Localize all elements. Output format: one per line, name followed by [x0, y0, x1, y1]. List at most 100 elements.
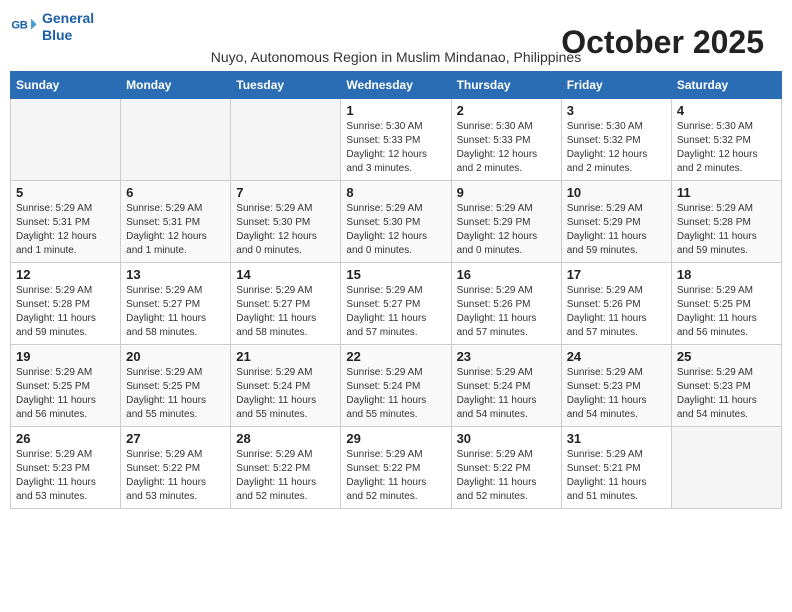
day-number: 29 [346, 431, 445, 446]
calendar-cell: 4 Sunrise: 5:30 AM Sunset: 5:32 PM Daylig… [671, 98, 781, 180]
day-number: 13 [126, 267, 225, 282]
day-info: Sunrise: 5:29 AM Sunset: 5:30 PM Dayligh… [346, 202, 445, 258]
calendar-cell: 31 Sunrise: 5:29 AM Sunset: 5:21 PM Dayli… [561, 426, 671, 508]
day-info: Sunrise: 5:29 AM Sunset: 5:22 PM Dayligh… [126, 448, 225, 504]
day-number: 24 [567, 349, 666, 364]
day-number: 16 [457, 267, 556, 282]
day-number: 2 [457, 103, 556, 118]
day-info: Sunrise: 5:30 AM Sunset: 5:32 PM Dayligh… [567, 120, 666, 176]
logo-line1: General [42, 10, 94, 27]
calendar-cell: 5Sunrise: 5:29 AM Sunset: 5:31 PM Daylig… [11, 180, 121, 262]
day-number: 3 [567, 103, 666, 118]
calendar-cell: 26 Sunrise: 5:29 AM Sunset: 5:23 PM Dayli… [11, 426, 121, 508]
day-info: Sunrise: 5:29 AM Sunset: 5:27 PM Dayligh… [346, 284, 445, 340]
day-info: Sunrise: 5:29 AM Sunset: 5:25 PM Dayligh… [16, 366, 115, 422]
logo-icon: G B [10, 13, 38, 41]
calendar-cell: 6Sunrise: 5:29 AM Sunset: 5:31 PM Daylig… [121, 180, 231, 262]
day-number: 10 [567, 185, 666, 200]
calendar-cell: 1 Sunrise: 5:30 AM Sunset: 5:33 PM Daylig… [341, 98, 451, 180]
day-number: 30 [457, 431, 556, 446]
calendar-table: SundayMondayTuesdayWednesdayThursdayFrid… [10, 71, 782, 509]
calendar-cell: 18Sunrise: 5:29 AM Sunset: 5:25 PM Dayli… [671, 262, 781, 344]
calendar-cell: 7Sunrise: 5:29 AM Sunset: 5:30 PM Daylig… [231, 180, 341, 262]
day-info: Sunrise: 5:30 AM Sunset: 5:32 PM Dayligh… [677, 120, 776, 176]
day-number: 14 [236, 267, 335, 282]
day-number: 26 [16, 431, 115, 446]
calendar-cell: 16 Sunrise: 5:29 AM Sunset: 5:26 PM Dayli… [451, 262, 561, 344]
weekday-header-row: SundayMondayTuesdayWednesdayThursdayFrid… [11, 71, 782, 98]
calendar-cell: 30 Sunrise: 5:29 AM Sunset: 5:22 PM Dayli… [451, 426, 561, 508]
day-number: 8 [346, 185, 445, 200]
calendar-cell: 13Sunrise: 5:29 AM Sunset: 5:27 PM Dayli… [121, 262, 231, 344]
weekday-header-wednesday: Wednesday [341, 71, 451, 98]
calendar-cell: 17 Sunrise: 5:29 AM Sunset: 5:26 PM Dayli… [561, 262, 671, 344]
calendar-cell: 25Sunrise: 5:29 AM Sunset: 5:23 PM Dayli… [671, 344, 781, 426]
day-info: Sunrise: 5:29 AM Sunset: 5:28 PM Dayligh… [677, 202, 776, 258]
day-info: Sunrise: 5:29 AM Sunset: 5:23 PM Dayligh… [567, 366, 666, 422]
day-number: 28 [236, 431, 335, 446]
day-info: Sunrise: 5:29 AM Sunset: 5:23 PM Dayligh… [16, 448, 115, 504]
day-number: 11 [677, 185, 776, 200]
day-info: Sunrise: 5:29 AM Sunset: 5:31 PM Dayligh… [126, 202, 225, 258]
calendar-cell: 2Sunrise: 5:30 AM Sunset: 5:33 PM Daylig… [451, 98, 561, 180]
weekday-header-saturday: Saturday [671, 71, 781, 98]
day-number: 22 [346, 349, 445, 364]
calendar-cell: 12 Sunrise: 5:29 AM Sunset: 5:28 PM Dayli… [11, 262, 121, 344]
day-info: Sunrise: 5:29 AM Sunset: 5:24 PM Dayligh… [236, 366, 335, 422]
day-number: 4 [677, 103, 776, 118]
day-info: Sunrise: 5:29 AM Sunset: 5:21 PM Dayligh… [567, 448, 666, 504]
day-number: 9 [457, 185, 556, 200]
day-number: 27 [126, 431, 225, 446]
day-info: Sunrise: 5:29 AM Sunset: 5:30 PM Dayligh… [236, 202, 335, 258]
calendar-cell: 3 Sunrise: 5:30 AM Sunset: 5:32 PM Daylig… [561, 98, 671, 180]
calendar-cell: 15 Sunrise: 5:29 AM Sunset: 5:27 PM Dayli… [341, 262, 451, 344]
day-info: Sunrise: 5:29 AM Sunset: 5:26 PM Dayligh… [457, 284, 556, 340]
day-number: 19 [16, 349, 115, 364]
week-row-5: 26 Sunrise: 5:29 AM Sunset: 5:23 PM Dayli… [11, 426, 782, 508]
day-info: Sunrise: 5:29 AM Sunset: 5:26 PM Dayligh… [567, 284, 666, 340]
svg-text:G: G [11, 19, 20, 31]
weekday-header-friday: Friday [561, 71, 671, 98]
calendar-cell: 20 Sunrise: 5:29 AM Sunset: 5:25 PM Dayli… [121, 344, 231, 426]
calendar-cell: 24 Sunrise: 5:29 AM Sunset: 5:23 PM Dayli… [561, 344, 671, 426]
calendar-cell: 8 Sunrise: 5:29 AM Sunset: 5:30 PM Daylig… [341, 180, 451, 262]
day-number: 25 [677, 349, 776, 364]
day-number: 1 [346, 103, 445, 118]
day-number: 15 [346, 267, 445, 282]
weekday-header-thursday: Thursday [451, 71, 561, 98]
week-row-4: 19 Sunrise: 5:29 AM Sunset: 5:25 PM Dayli… [11, 344, 782, 426]
calendar-cell: 22Sunrise: 5:29 AM Sunset: 5:24 PM Dayli… [341, 344, 451, 426]
week-row-1: 1 Sunrise: 5:30 AM Sunset: 5:33 PM Daylig… [11, 98, 782, 180]
day-number: 21 [236, 349, 335, 364]
calendar-cell: 10Sunrise: 5:29 AM Sunset: 5:29 PM Dayli… [561, 180, 671, 262]
day-number: 31 [567, 431, 666, 446]
calendar-cell [671, 426, 781, 508]
day-info: Sunrise: 5:29 AM Sunset: 5:25 PM Dayligh… [677, 284, 776, 340]
week-row-3: 12 Sunrise: 5:29 AM Sunset: 5:28 PM Dayli… [11, 262, 782, 344]
day-number: 12 [16, 267, 115, 282]
top-row: G B General Blue October 2025 [10, 10, 782, 44]
day-number: 20 [126, 349, 225, 364]
day-info: Sunrise: 5:29 AM Sunset: 5:22 PM Dayligh… [457, 448, 556, 504]
day-number: 23 [457, 349, 556, 364]
day-info: Sunrise: 5:29 AM Sunset: 5:24 PM Dayligh… [457, 366, 556, 422]
calendar-cell: 14 Sunrise: 5:29 AM Sunset: 5:27 PM Dayli… [231, 262, 341, 344]
month-title: October 2025 [561, 24, 764, 61]
calendar-cell: 23 Sunrise: 5:29 AM Sunset: 5:24 PM Dayli… [451, 344, 561, 426]
day-number: 5 [16, 185, 115, 200]
logo-line2: Blue [42, 27, 94, 44]
title-section: October 2025 [561, 24, 764, 61]
day-info: Sunrise: 5:29 AM Sunset: 5:22 PM Dayligh… [236, 448, 335, 504]
day-info: Sunrise: 5:29 AM Sunset: 5:27 PM Dayligh… [236, 284, 335, 340]
day-info: Sunrise: 5:30 AM Sunset: 5:33 PM Dayligh… [346, 120, 445, 176]
svg-text:B: B [20, 19, 28, 31]
day-number: 17 [567, 267, 666, 282]
day-info: Sunrise: 5:29 AM Sunset: 5:25 PM Dayligh… [126, 366, 225, 422]
calendar-cell: 11 Sunrise: 5:29 AM Sunset: 5:28 PM Dayli… [671, 180, 781, 262]
day-info: Sunrise: 5:29 AM Sunset: 5:28 PM Dayligh… [16, 284, 115, 340]
weekday-header-sunday: Sunday [11, 71, 121, 98]
day-info: Sunrise: 5:29 AM Sunset: 5:22 PM Dayligh… [346, 448, 445, 504]
calendar-cell [231, 98, 341, 180]
weekday-header-monday: Monday [121, 71, 231, 98]
calendar-cell [11, 98, 121, 180]
